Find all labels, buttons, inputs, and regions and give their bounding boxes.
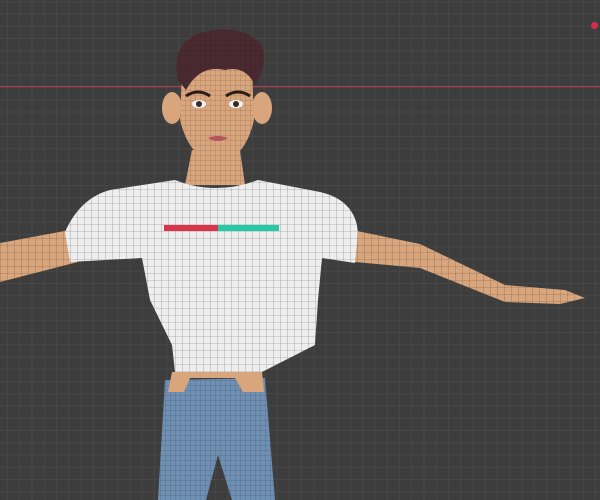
health-bar — [164, 225, 279, 231]
shirt — [65, 180, 358, 372]
jeans — [158, 370, 275, 500]
character-model[interactable] — [0, 0, 600, 500]
health-bar-right — [218, 225, 279, 231]
health-bar-left — [164, 225, 218, 231]
head — [162, 29, 272, 162]
3d-viewport[interactable] — [0, 0, 600, 500]
